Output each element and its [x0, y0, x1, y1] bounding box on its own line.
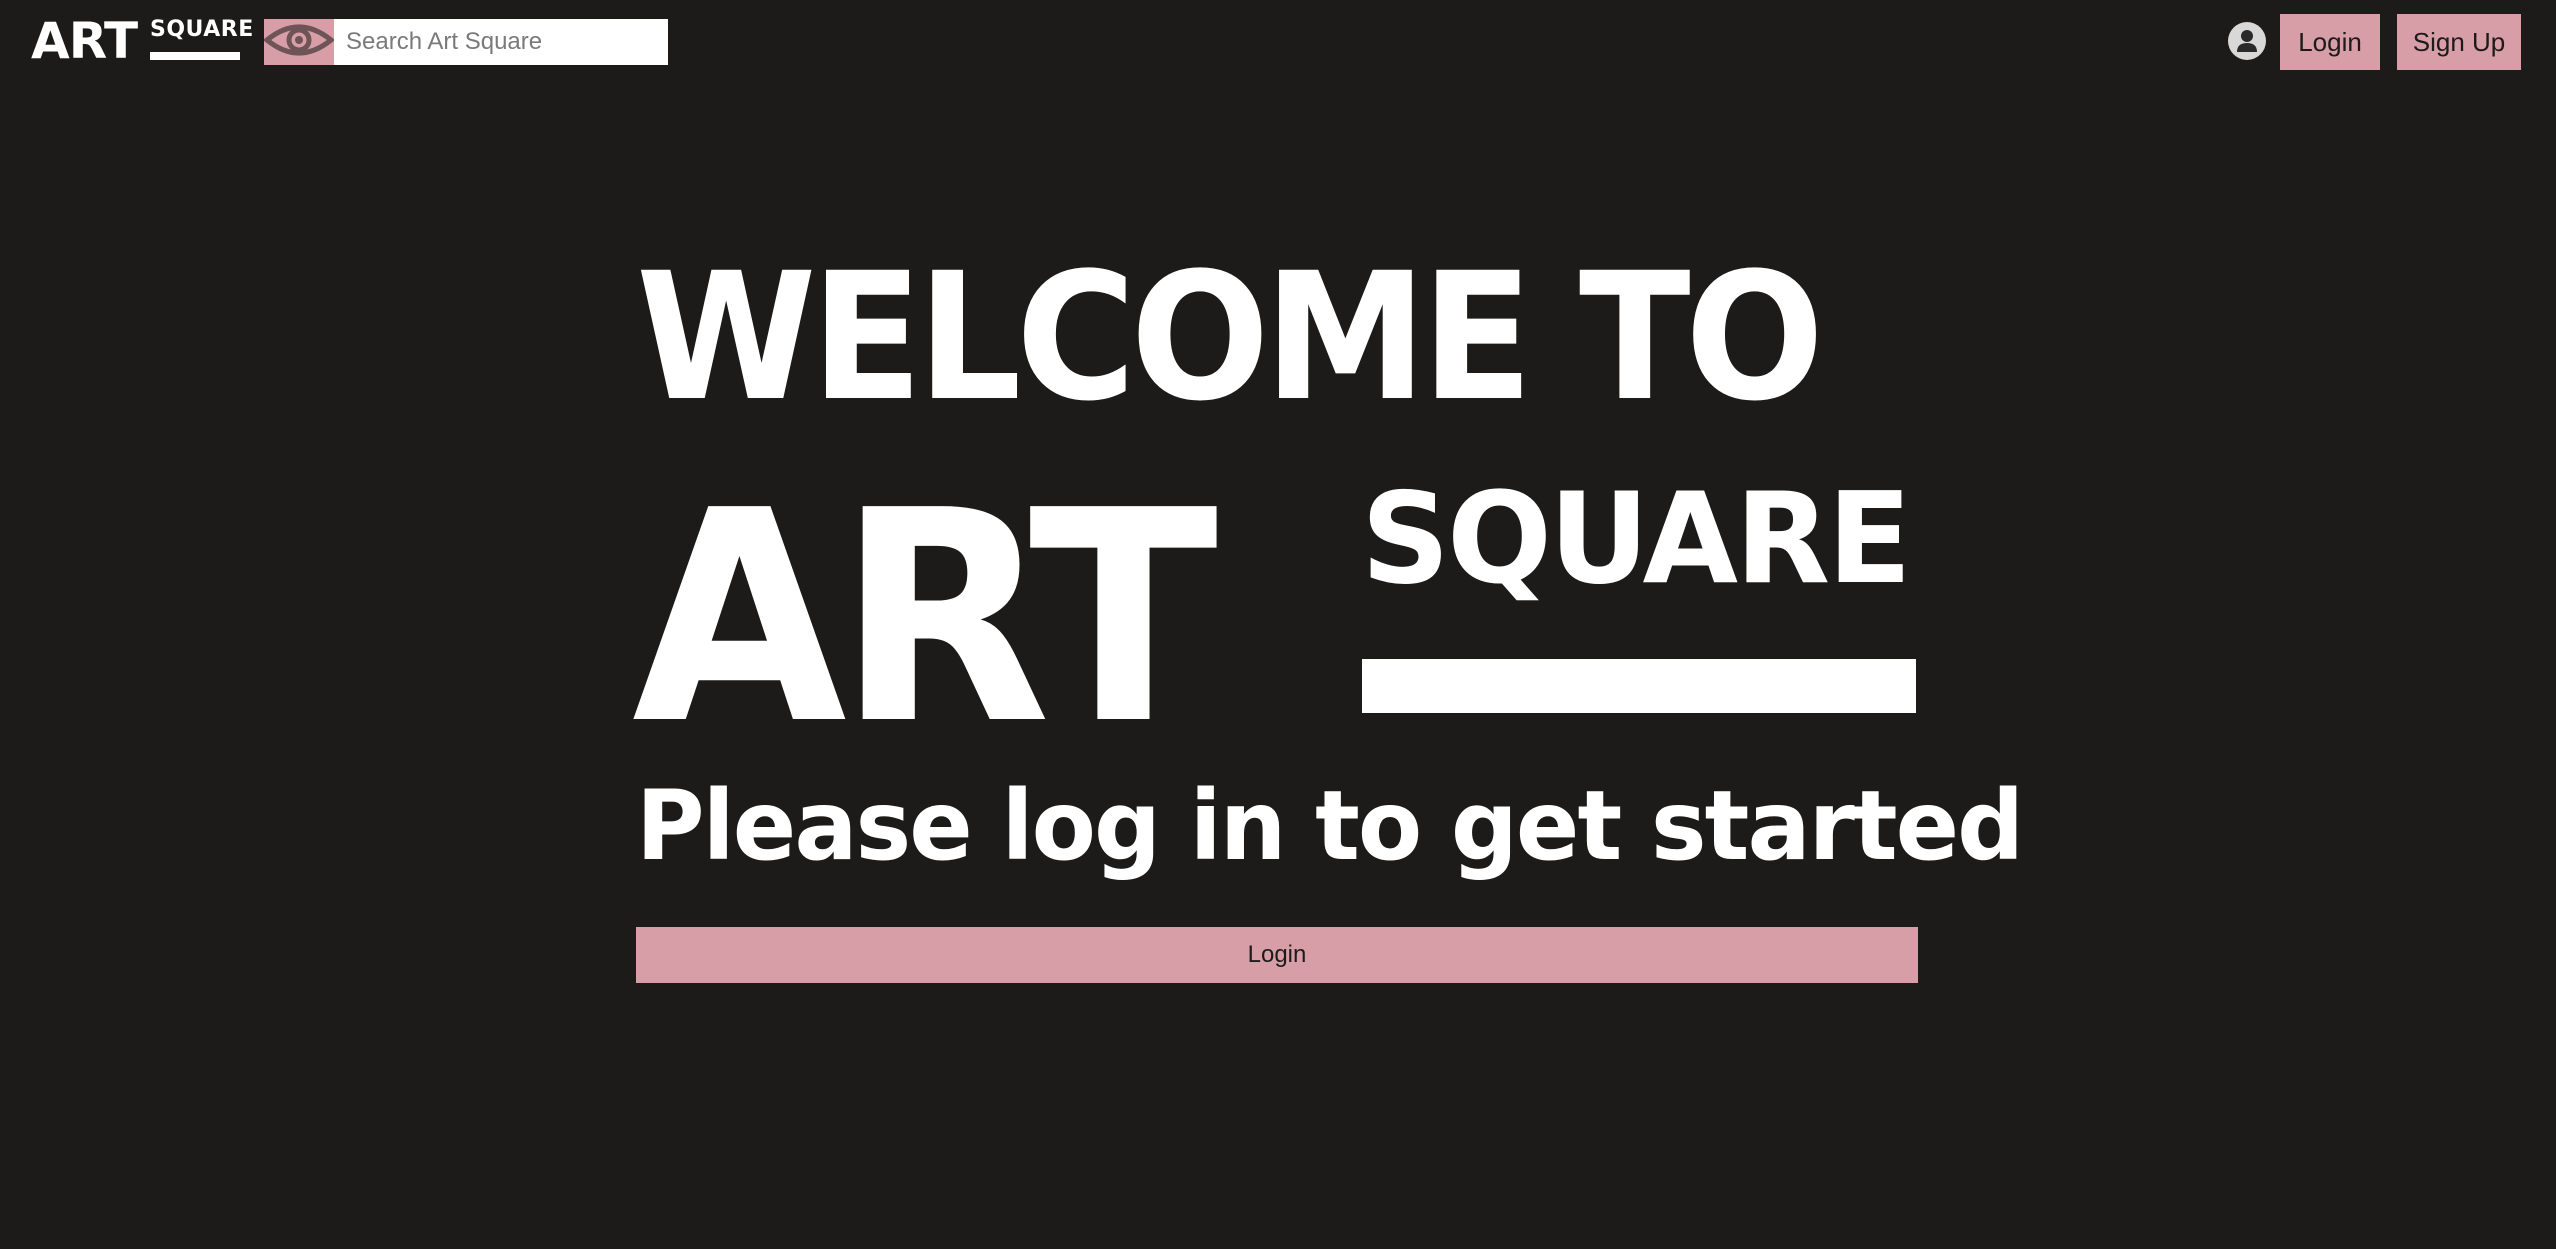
navbar-signup-button[interactable]: Sign Up: [2397, 14, 2521, 70]
top-navbar: ART SQUARE Login Sign Up: [0, 0, 2556, 84]
brand-logo-square-text: SQUARE: [150, 17, 254, 42]
eye-icon: [263, 20, 335, 65]
navbar-login-button[interactable]: Login: [2280, 14, 2380, 70]
search-bar: [263, 19, 668, 65]
search-button[interactable]: [263, 19, 335, 65]
hero-underline-bar: [1362, 659, 1916, 713]
user-avatar-icon[interactable]: [2228, 22, 2266, 60]
search-input[interactable]: [334, 19, 668, 65]
hero-login-button[interactable]: Login: [636, 927, 1918, 983]
hero-section: WELCOME TO ART SQUARE Please log in to g…: [632, 235, 2024, 990]
hero-tagline: Please log in to get started: [636, 770, 2024, 882]
brand-logo[interactable]: ART SQUARE: [31, 12, 253, 70]
brand-logo-art-text: ART: [31, 12, 138, 70]
hero-welcome-heading: WELCOME TO: [636, 235, 1824, 440]
hero-square-text: SQUARE: [1361, 465, 1912, 612]
brand-logo-underline: [150, 52, 240, 60]
hero-art-text: ART: [632, 448, 1218, 788]
